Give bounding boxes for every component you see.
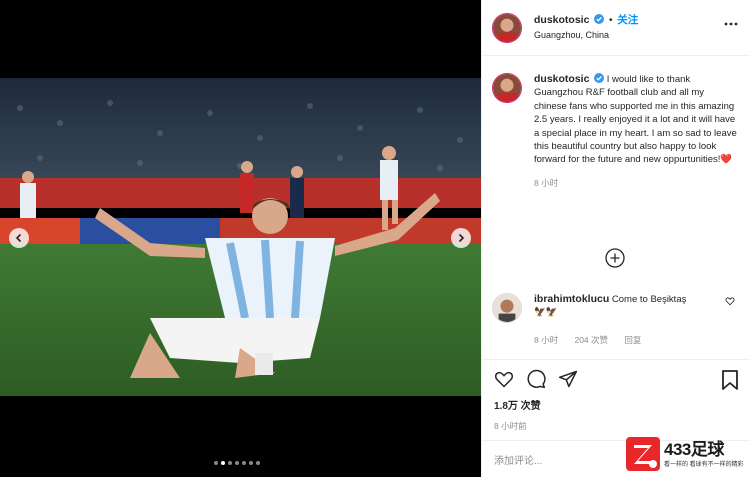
heart-icon (495, 371, 513, 388)
verified-badge-icon (594, 13, 605, 24)
carousel-dot (214, 461, 218, 465)
carousel-dot (249, 461, 253, 465)
caption-text: duskotosic I would like to thank Guangzh… (534, 73, 737, 167)
action-bar (482, 360, 750, 398)
follow-button[interactable]: 关注 (617, 14, 638, 26)
share-button[interactable] (558, 369, 578, 389)
carousel-prev-button[interactable] (9, 228, 29, 248)
caption-meta: 8 小时 (534, 177, 737, 189)
more-options-icon[interactable] (724, 22, 738, 26)
reply-body: Come to Beşiktaş (611, 294, 687, 305)
player-celebration-image (0, 78, 481, 396)
caption-body: I would like to thank Guangzhou R&F foot… (534, 74, 737, 166)
brand-name: 433足球 (664, 439, 724, 459)
post-time[interactable]: 8 小时前 (482, 420, 750, 432)
post-panel: duskotosic • 关注 Guangzhou, China duskoto… (481, 0, 750, 477)
like-comment-heart-icon[interactable] (725, 296, 735, 306)
caption-comment: duskotosic I would like to thank Guangzh… (482, 73, 750, 189)
comment-button[interactable] (526, 369, 546, 389)
comments-section: duskotosic I would like to thank Guangzh… (482, 57, 750, 358)
site-watermark: 433足球 看一样的 看球有不一样的精彩 (626, 436, 744, 472)
author-username[interactable]: duskotosic (534, 14, 589, 26)
carousel-dot (235, 461, 239, 465)
carousel-dot (221, 461, 225, 465)
post-media (0, 0, 481, 477)
bookmark-icon[interactable] (721, 370, 739, 390)
carousel-next-button[interactable] (451, 228, 471, 248)
verified-badge-icon (594, 73, 605, 83)
paper-plane-icon (558, 370, 578, 388)
reply-likes[interactable]: 204 次赞 (574, 335, 608, 345)
reply-comment: ibrahimtoklucu Come to Beşiktaş 🦅🦅 8 小时 … (482, 293, 750, 346)
separator-dot: • (609, 14, 613, 26)
caption-time[interactable]: 8 小时 (534, 178, 558, 188)
carousel-dot (242, 461, 246, 465)
reply-text: ibrahimtoklucu Come to Beşiktaş 🦅🦅 (534, 293, 737, 320)
caption-author-avatar[interactable] (492, 73, 522, 103)
chevron-right-icon (458, 233, 465, 243)
eagle-emoji: 🦅🦅 (534, 307, 558, 319)
caption-username[interactable]: duskotosic (534, 73, 589, 85)
author-avatar[interactable] (492, 12, 522, 43)
red-heart-emoji: ❤️ (720, 154, 733, 166)
reply-username[interactable]: ibrahimtoklucu (534, 293, 609, 305)
load-more-comments-icon[interactable] (604, 247, 626, 269)
post-photo[interactable] (0, 78, 481, 396)
carousel-dot (256, 461, 260, 465)
post-header: duskotosic • 关注 Guangzhou, China (482, 0, 750, 56)
reply-button[interactable]: 回复 (624, 335, 641, 345)
post-location[interactable]: Guangzhou, China (534, 28, 638, 43)
carousel-indicator (214, 461, 260, 465)
brand-logo (626, 437, 660, 471)
brand-tagline: 看一样的 看球有不一样的精彩 (664, 461, 744, 468)
reply-author-avatar[interactable] (492, 293, 522, 323)
chevron-left-icon (15, 233, 22, 243)
comment-bubble-icon (527, 369, 546, 389)
reply-time[interactable]: 8 小时 (534, 335, 558, 345)
likes-count[interactable]: 1.8万 次赞 (482, 397, 750, 412)
reply-meta: 8 小时 204 次赞 回复 (534, 334, 737, 346)
carousel-dot (228, 461, 232, 465)
like-button[interactable] (494, 369, 514, 389)
